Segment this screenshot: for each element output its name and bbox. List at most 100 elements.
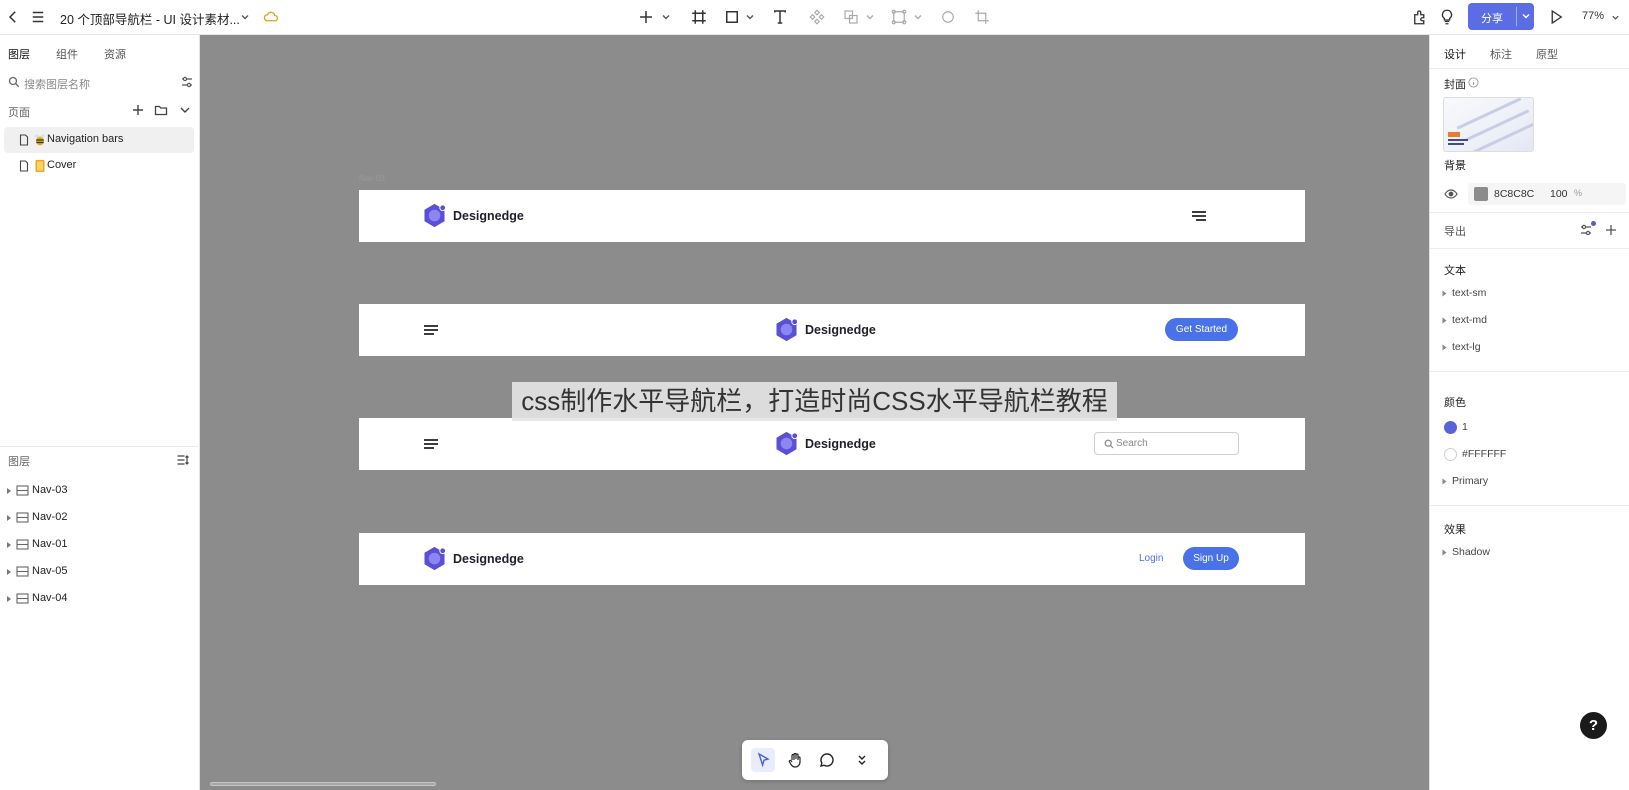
- mask-icon[interactable]: [888, 6, 910, 28]
- layer-item[interactable]: Nav-05: [0, 560, 199, 584]
- expand-arrow-icon[interactable]: [1442, 290, 1447, 297]
- horizontal-scrollbar[interactable]: [210, 782, 436, 786]
- hand-tool-icon[interactable]: [783, 748, 807, 772]
- frame-label[interactable]: Nav-03: [359, 174, 385, 183]
- layer-item[interactable]: Nav-01: [0, 533, 199, 557]
- brand-name[interactable]: Designedge: [453, 552, 524, 566]
- layer-search-input[interactable]: 搜索图层名称: [24, 76, 90, 92]
- plugin-icon[interactable]: [1409, 6, 1431, 28]
- expand-arrow-icon[interactable]: [6, 541, 12, 549]
- zoom-chevron-down-icon[interactable]: [1611, 11, 1620, 21]
- tab-layers[interactable]: 图层: [8, 46, 30, 62]
- text-style-item[interactable]: text-lg: [1442, 339, 1622, 357]
- percent-sign: %: [1574, 188, 1583, 198]
- left-panel: 图层 组件 资源 搜索图层名称 页面 Navigation bars Cover…: [0, 35, 200, 790]
- filter-settings-icon[interactable]: [180, 75, 194, 89]
- pointer-tool-icon[interactable]: [751, 748, 775, 772]
- brand-name[interactable]: Designedge: [805, 437, 876, 451]
- text-style-item[interactable]: text-sm: [1442, 285, 1622, 303]
- bulb-icon[interactable]: [1436, 6, 1458, 28]
- boolean-icon[interactable]: [840, 6, 862, 28]
- navbar-frame[interactable]: Designedge Login Sign Up: [359, 533, 1305, 585]
- back-icon[interactable]: [2, 6, 24, 28]
- add-page-icon[interactable]: [131, 103, 145, 117]
- document-title[interactable]: 20 个顶部导航栏 - UI 设计素材...: [60, 9, 240, 28]
- page-item-navigation-bars[interactable]: Navigation bars: [4, 127, 194, 153]
- collapse-pages-chevron-icon[interactable]: [178, 103, 192, 117]
- expand-arrow-icon[interactable]: [6, 514, 12, 522]
- layer-sort-icon[interactable]: [176, 453, 190, 467]
- boolean-chevron-down-icon[interactable]: [865, 11, 875, 23]
- add-export-icon[interactable]: [1604, 223, 1618, 237]
- title-chevron-down-icon[interactable]: [240, 11, 250, 23]
- panel-divider: [1430, 248, 1629, 249]
- color-group-item[interactable]: Primary: [1442, 473, 1622, 491]
- color-style-item[interactable]: 1: [1444, 419, 1624, 437]
- mask-chevron-down-icon[interactable]: [913, 11, 923, 23]
- tab-annotate[interactable]: 标注: [1490, 46, 1512, 62]
- share-chevron-down-icon[interactable]: [1521, 11, 1531, 21]
- eye-visibility-icon[interactable]: [1444, 187, 1458, 201]
- component-icon[interactable]: [806, 6, 828, 28]
- sign-up-button[interactable]: Sign Up: [1183, 547, 1239, 570]
- tab-assets[interactable]: 资源: [104, 46, 126, 62]
- rectangle-tool-icon[interactable]: [721, 6, 743, 28]
- hamburger-menu-icon[interactable]: [423, 438, 439, 450]
- design-canvas[interactable]: Nav-03 Designedge Designedge Get Started…: [200, 35, 1429, 790]
- layer-item[interactable]: Nav-03: [0, 479, 199, 503]
- background-opacity-input[interactable]: 100: [1550, 188, 1568, 200]
- add-chevron-down-icon[interactable]: [661, 11, 671, 23]
- hamburger-menu-icon[interactable]: [423, 324, 439, 336]
- help-button[interactable]: ?: [1580, 712, 1607, 739]
- ellipse-icon[interactable]: [937, 6, 959, 28]
- brand-name[interactable]: Designedge: [805, 323, 876, 337]
- brand-name[interactable]: Designedge: [453, 209, 524, 223]
- expand-arrow-icon[interactable]: [6, 568, 12, 576]
- text-style-item[interactable]: text-md: [1442, 312, 1622, 330]
- main-menu-icon[interactable]: [27, 6, 49, 28]
- tab-components[interactable]: 组件: [56, 46, 78, 62]
- navbar-frame[interactable]: Designedge: [359, 190, 1305, 242]
- shape-chevron-down-icon[interactable]: [745, 11, 755, 23]
- add-icon[interactable]: [635, 6, 657, 28]
- tab-prototype[interactable]: 原型: [1536, 46, 1558, 62]
- panel-divider: [1430, 371, 1629, 372]
- expand-arrow-icon[interactable]: [6, 487, 12, 495]
- color-style-item[interactable]: #FFFFFF: [1444, 446, 1624, 464]
- cover-thumbnail[interactable]: [1443, 97, 1534, 152]
- navbar-search-field[interactable]: Search: [1094, 432, 1239, 455]
- login-link[interactable]: Login: [1139, 553, 1163, 564]
- expand-arrow-icon[interactable]: [1442, 478, 1447, 485]
- tab-design[interactable]: 设计: [1444, 46, 1466, 62]
- layer-item[interactable]: Nav-02: [0, 506, 199, 530]
- navbar-frame[interactable]: Designedge Get Started: [359, 304, 1305, 356]
- zoom-level[interactable]: 77%: [1582, 10, 1604, 22]
- more-tools-chevron-icon[interactable]: [850, 748, 874, 772]
- layer-item[interactable]: Nav-04: [0, 587, 199, 611]
- navbar-frame[interactable]: Designedge Search: [359, 418, 1305, 470]
- navbar-search-placeholder: Search: [1116, 438, 1148, 449]
- expand-arrow-icon[interactable]: [1442, 317, 1447, 324]
- expand-arrow-icon[interactable]: [6, 595, 12, 603]
- info-icon[interactable]: [1468, 77, 1479, 88]
- background-swatch[interactable]: [1474, 187, 1488, 201]
- play-icon[interactable]: [1545, 6, 1567, 28]
- hamburger-menu-icon[interactable]: [1191, 210, 1207, 222]
- expand-arrow-icon[interactable]: [1442, 344, 1447, 351]
- thumb-decoration: [1464, 109, 1530, 142]
- background-hex-input[interactable]: 8C8C8C: [1494, 188, 1534, 200]
- comment-tool-icon[interactable]: [815, 748, 839, 772]
- page-item-cover[interactable]: Cover: [4, 153, 194, 179]
- crop-icon[interactable]: [971, 6, 993, 28]
- layer-search[interactable]: 搜索图层名称: [8, 73, 194, 93]
- folder-icon[interactable]: [154, 103, 168, 117]
- notification-dot: [1591, 221, 1596, 226]
- effect-style-item[interactable]: Shadow: [1442, 544, 1622, 562]
- frame-tool-icon[interactable]: [688, 6, 710, 28]
- text-tool-icon[interactable]: [769, 6, 791, 28]
- get-started-button[interactable]: Get Started: [1165, 318, 1238, 341]
- color-style-label: #FFFFFF: [1462, 448, 1507, 460]
- background-color-field[interactable]: 8C8C8C 100 %: [1468, 183, 1626, 205]
- expand-arrow-icon[interactable]: [1442, 549, 1447, 556]
- share-button[interactable]: 分享: [1468, 3, 1534, 30]
